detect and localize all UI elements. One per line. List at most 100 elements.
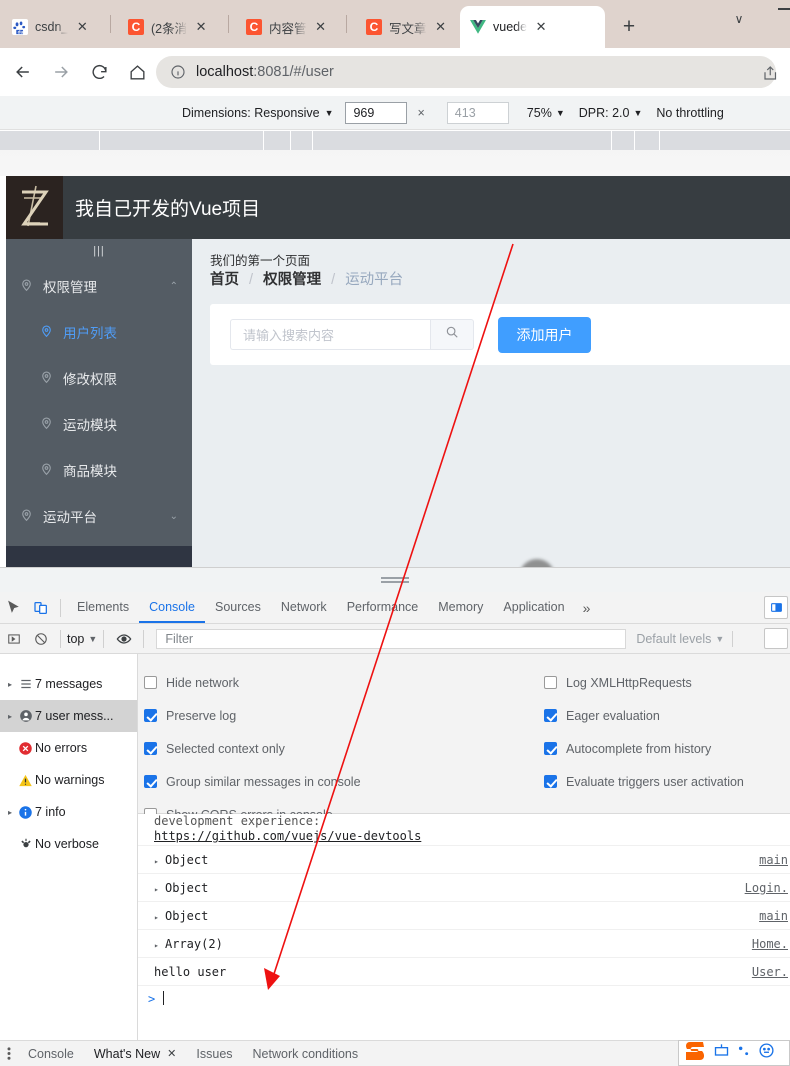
zoom-dropdown[interactable]: 75%	[527, 106, 552, 120]
console-prompt[interactable]: >	[138, 986, 790, 1012]
dpr-dropdown[interactable]: DPR: 2.0	[579, 106, 630, 120]
browser-tab-4-active[interactable]: vuede ✕	[460, 6, 605, 48]
reload-icon[interactable]	[84, 57, 114, 87]
console-log-area[interactable]: development experience: https://github.c…	[138, 814, 790, 1040]
setting-autocomplete-history[interactable]: Autocomplete from history	[544, 732, 744, 765]
chevron-right-icon[interactable]: ▸	[4, 808, 16, 817]
search-button[interactable]	[430, 319, 474, 350]
devtools-tab-memory[interactable]: Memory	[428, 592, 493, 623]
minimize-icon[interactable]	[778, 8, 790, 10]
console-message-object-3[interactable]: ▸ Object main	[138, 902, 790, 930]
checkbox[interactable]	[544, 676, 557, 689]
devtools-tab-performance[interactable]: Performance	[337, 592, 429, 623]
console-message-source[interactable]: User.	[752, 958, 788, 986]
browser-tab-0[interactable]: du csdn_ ✕	[2, 6, 104, 48]
setting-evaluate-user-activation[interactable]: Evaluate triggers user activation	[544, 765, 744, 798]
drawer-tab-whats-new[interactable]: What's New ✕	[84, 1041, 187, 1066]
punctuation-icon[interactable]	[736, 1043, 752, 1064]
chevron-down-icon[interactable]: ▼	[556, 108, 565, 118]
sidebar-item-modify-permissions[interactable]: 修改权限	[6, 355, 192, 401]
checkbox[interactable]	[544, 742, 557, 755]
console-sidebar-errors[interactable]: No errors	[0, 732, 137, 764]
sidebar-collapse-handle[interactable]: |||	[6, 239, 192, 263]
site-info-icon[interactable]	[170, 64, 186, 80]
setting-log-xhr[interactable]: Log XMLHttpRequests	[544, 666, 744, 699]
checkbox[interactable]	[544, 709, 557, 722]
console-levels-dropdown[interactable]: Default levels	[636, 632, 711, 646]
smiley-icon[interactable]	[758, 1042, 775, 1064]
devtools-console-sidebar-button[interactable]	[764, 596, 788, 619]
inspect-cursor-icon[interactable]	[0, 594, 27, 621]
close-icon[interactable]: ✕	[74, 19, 90, 35]
add-user-button[interactable]: 添加用户	[498, 316, 591, 353]
setting-eager-evaluation[interactable]: Eager evaluation	[544, 699, 744, 732]
checkbox[interactable]	[144, 676, 157, 689]
checkbox[interactable]	[144, 742, 157, 755]
dimensions-dropdown[interactable]: Dimensions: Responsive	[182, 106, 320, 120]
console-sidebar-user-messages[interactable]: ▸ 7 user mess...	[0, 700, 137, 732]
drawer-tab-console[interactable]: Console	[18, 1041, 84, 1066]
sidebar-group-permissions[interactable]: 权限管理 ⌃	[6, 263, 192, 309]
devtools-tab-network[interactable]: Network	[271, 592, 337, 623]
clear-console-icon[interactable]	[27, 625, 54, 652]
devtools-tab-console[interactable]: Console	[139, 592, 205, 623]
devtools-resize-handle[interactable]	[0, 567, 790, 592]
setting-group-similar[interactable]: Group similar messages in console	[144, 765, 361, 798]
sidebar-item-product-module[interactable]: 商品模块	[6, 447, 192, 493]
forward-icon[interactable]	[46, 57, 76, 87]
viewport-height-input[interactable]: 413	[446, 101, 509, 124]
device-toolbar-icon[interactable]	[27, 594, 54, 621]
setting-selected-context-only[interactable]: Selected context only	[144, 732, 361, 765]
breadcrumb-item-permissions[interactable]: 权限管理	[263, 272, 321, 288]
console-filter-input[interactable]: Filter	[156, 628, 627, 649]
setting-preserve-log[interactable]: Preserve log	[144, 699, 361, 732]
console-message-source[interactable]: Home.	[752, 930, 788, 958]
kebab-menu-icon[interactable]	[0, 1046, 18, 1061]
share-icon[interactable]	[762, 64, 780, 82]
sidebar-toggle-icon[interactable]	[0, 625, 27, 652]
checkbox[interactable]	[144, 775, 157, 788]
console-sidebar-messages[interactable]: ▸ 7 messages	[0, 668, 137, 700]
browser-tab-2[interactable]: C 内容管 ✕	[236, 6, 338, 48]
devtools-tab-elements[interactable]: Elements	[67, 592, 139, 623]
console-sidebar-verbose[interactable]: No verbose	[0, 828, 137, 860]
checkbox[interactable]	[544, 775, 557, 788]
chevron-right-icon[interactable]: ▸	[154, 932, 165, 960]
sidebar-group-sports-platform[interactable]: 运动平台 ⌄	[6, 493, 192, 539]
console-context-selector[interactable]: top	[67, 632, 84, 646]
home-icon[interactable]	[122, 57, 152, 87]
close-icon[interactable]: ✕	[193, 19, 209, 35]
chevron-right-icon[interactable]: ▸	[154, 876, 165, 904]
chevron-right-icon[interactable]: ▸	[4, 712, 16, 721]
devtools-tab-sources[interactable]: Sources	[205, 592, 271, 623]
back-icon[interactable]	[8, 57, 38, 87]
chevron-down-icon[interactable]: ▼	[325, 108, 334, 118]
chevron-down-icon[interactable]: ▼	[88, 634, 97, 644]
console-message-hello-user[interactable]: hello user User.	[138, 958, 790, 986]
sidebar-item-sports-module[interactable]: 运动模块	[6, 401, 192, 447]
console-sidebar-info[interactable]: ▸ 7 info	[0, 796, 137, 828]
devtools-tab-application[interactable]: Application	[493, 592, 574, 623]
console-sidebar-warnings[interactable]: No warnings	[0, 764, 137, 796]
gear-icon[interactable]	[764, 628, 788, 649]
more-tabs-icon[interactable]: »	[575, 600, 599, 616]
keyboard-icon[interactable]	[713, 1043, 730, 1064]
new-tab-button[interactable]: +	[616, 14, 642, 40]
console-message-object-2[interactable]: ▸ Object Login.	[138, 874, 790, 902]
sogou-icon[interactable]	[683, 1040, 707, 1066]
chevron-right-icon[interactable]: ▸	[4, 680, 16, 689]
viewport-ruler[interactable]	[0, 131, 790, 150]
close-icon[interactable]: ✕	[433, 19, 449, 35]
checkbox[interactable]	[144, 709, 157, 722]
browser-tab-1[interactable]: C (2条消 ✕	[118, 6, 220, 48]
close-icon[interactable]: ✕	[167, 1047, 176, 1060]
drawer-tab-network-conditions[interactable]: Network conditions	[243, 1041, 369, 1066]
close-icon[interactable]: ✕	[313, 19, 329, 35]
chevron-down-icon[interactable]: ∨	[724, 8, 754, 30]
throttling-dropdown[interactable]: No throttling	[656, 106, 723, 120]
console-message-object-1[interactable]: ▸ Object main	[138, 846, 790, 874]
console-message-link[interactable]: https://github.com/vuejs/vue-devtools	[154, 829, 790, 844]
breadcrumb-item-home[interactable]: 首页	[210, 272, 239, 288]
search-input[interactable]: 请输入搜索内容	[230, 319, 430, 350]
live-expression-icon[interactable]	[110, 625, 137, 652]
